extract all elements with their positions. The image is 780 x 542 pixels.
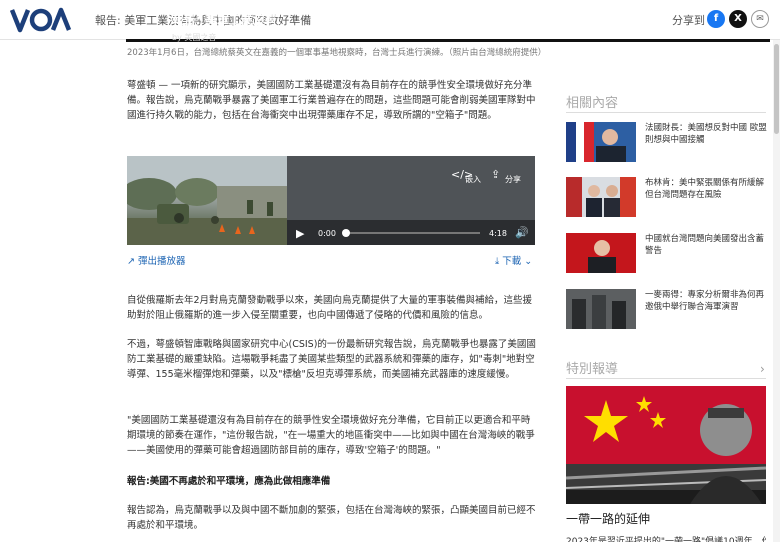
feature-image[interactable] <box>566 386 766 504</box>
related-thumbnail[interactable] <box>566 122 636 162</box>
related-thumbnail[interactable] <box>566 289 636 329</box>
popout-label: 彈出播放器 <box>138 256 186 267</box>
embed-label[interactable]: 嵌入 <box>465 174 481 185</box>
photo-minister <box>566 122 636 162</box>
photo-xi <box>566 233 636 273</box>
feature-subtitle: 2023年是習近平提出的"一帶一路"倡議10週年。作為 <box>566 537 766 542</box>
photo-blinken <box>566 177 636 217</box>
related-thumbnail[interactable] <box>566 233 636 273</box>
play-icon[interactable]: ▶ <box>296 227 304 240</box>
related-link[interactable]: 一麥兩得：專家分析爾非為何再邀俄中舉行聯合海軍演習 <box>645 289 767 313</box>
audio-seek-track[interactable] <box>344 232 480 234</box>
article-paragraph: "美國國防工業基礎還沒有為目前存在的競爭性安全環境做好充分準備，它目前正以更適合… <box>127 415 535 456</box>
related-link[interactable]: 法國財長：美國想反對中國 歐盟則想與中國接觸 <box>645 122 767 146</box>
current-time: 0:00 <box>318 229 336 238</box>
article-paragraph: 自從俄羅斯去年2月對烏克蘭發動戰爭以來，美國向烏克蘭提供了大量的軍事裝備與補給，… <box>127 295 533 321</box>
related-thumbnail[interactable] <box>566 177 636 217</box>
related-link[interactable]: 中國就台灣問題向美國發出含蓄警告 <box>645 233 767 257</box>
download-label: 下載 <box>502 256 522 267</box>
audio-info-panel <box>287 156 535 220</box>
volume-icon[interactable]: 🔊 <box>515 226 529 239</box>
article-paragraph: 報告認為，烏克蘭戰爭以及與中國不斷加劇的緊張，包括在台灣海峽的緊張，凸顯美國目前… <box>127 505 536 531</box>
share-label: 分享到 <box>672 14 705 27</box>
article-paragraph: 不過，萼盛頓智庫戰略與國家研究中心(CSIS)的一份最新研究報告說，烏克蘭戰爭也… <box>127 339 536 380</box>
feature-title[interactable]: 一帶一路的延伸 <box>566 510 650 527</box>
reading-progress-bar <box>126 39 770 42</box>
popout-player-link[interactable]: ↗ 彈出播放器 <box>127 253 186 267</box>
photo-caption: 2023年1月6日，台灣總統蔡英文在嘉義的一個軍事基地視察時，台灣士兵進行演練。… <box>127 48 547 58</box>
related-link[interactable]: 布林肯：美中緊張關係有所緩解 但台灣問題存在風險 <box>645 177 767 201</box>
voa-logo[interactable] <box>10 7 72 33</box>
audio-share-label[interactable]: 分享 <box>505 174 521 185</box>
chevron-down-icon: ⌄ <box>521 256 533 267</box>
soldiers-photo <box>127 156 287 245</box>
special-section-title: 特別報導 <box>566 362 619 377</box>
photo-navy-drill <box>566 289 636 329</box>
share-icon[interactable]: ⇪ <box>491 168 500 181</box>
belt-and-road-artwork <box>566 386 766 504</box>
download-link[interactable]: ⤓ 下載 ⌄ <box>495 253 532 267</box>
audio-title: 報告: 美軍工業沒有... <box>172 13 291 27</box>
audio-seek-handle[interactable] <box>342 229 350 237</box>
audio-thumbnail <box>127 156 287 245</box>
facebook-share-icon[interactable]: f <box>707 10 725 28</box>
email-share-icon[interactable]: ✉ <box>751 10 769 28</box>
download-icon: ⤓ <box>495 256 500 267</box>
duration: 4:18 <box>489 229 507 238</box>
voa-logo-icon <box>10 7 72 33</box>
article-subheading: 報告:美國不再處於和平環境，應為此做相應準備 <box>127 476 331 487</box>
related-section-title: 相關內容 <box>566 96 619 111</box>
audio-byline: by 美國之音 <box>172 33 217 42</box>
chevron-right-icon[interactable]: › <box>760 362 765 376</box>
x-share-icon[interactable]: X <box>729 10 747 28</box>
divider <box>566 112 766 113</box>
article-paragraph: 萼盛頓 — 一項新的研究顯示，美國國防工業基礎還沒有為目前存在的競爭性安全環境做… <box>127 80 536 121</box>
popout-icon: ↗ <box>127 256 135 267</box>
divider <box>566 378 766 379</box>
scrollbar-thumb[interactable] <box>774 44 779 134</box>
